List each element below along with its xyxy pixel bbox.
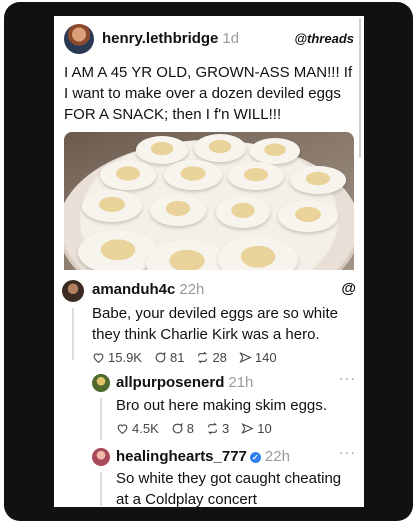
egg-image (150, 194, 206, 226)
reply-stats: 15.9K 81 28 140 (92, 350, 277, 365)
comment-icon (172, 423, 183, 434)
reply-author[interactable]: healinghearts_777 ✓ 22h (116, 448, 290, 465)
more-icon[interactable]: ··· (339, 370, 356, 386)
reply-username[interactable]: amanduh4c (92, 281, 175, 298)
threads-logo-icon[interactable]: @threads (294, 31, 354, 46)
share-button[interactable]: 10 (241, 421, 272, 436)
reply-author[interactable]: allpurposenerd 21h (116, 374, 253, 391)
egg-image (228, 162, 284, 190)
repost-icon (198, 351, 208, 364)
original-post-card: henry.lethbridge 1d @threads I AM A 45 YR… (54, 16, 364, 300)
egg-image (216, 196, 270, 228)
avatar[interactable] (92, 374, 110, 392)
threads-wordmark: threads (307, 31, 354, 46)
scrollbar[interactable] (359, 18, 361, 158)
egg-image (194, 134, 246, 162)
share-count: 140 (254, 350, 277, 365)
comment-count: 81 (169, 350, 185, 365)
egg-image (290, 166, 346, 194)
egg-image (82, 190, 142, 222)
post-time: 1d (222, 30, 240, 47)
reply-time: 22h (264, 448, 290, 465)
reply-username[interactable]: healinghearts_777 (116, 448, 247, 465)
reply-item: healinghearts_777 ✓ 22h ··· So white they … (54, 442, 364, 507)
like-count: 15.9K (108, 350, 142, 365)
threads-logo-icon[interactable]: @ (341, 280, 356, 297)
reply-author[interactable]: amanduh4c 22h (92, 281, 204, 298)
reply-time: 22h (179, 281, 205, 298)
reply-username[interactable]: allpurposenerd (116, 374, 224, 391)
avatar[interactable] (92, 448, 110, 466)
more-icon[interactable]: ··· (339, 444, 356, 460)
post-username[interactable]: henry.lethbridge (102, 30, 218, 47)
thread-line (72, 308, 74, 360)
repost-count: 3 (221, 421, 230, 436)
post-author[interactable]: henry.lethbridge 1d (102, 30, 239, 47)
reply-body: Babe, your deviled eggs are so white the… (92, 305, 338, 343)
egg-image (100, 160, 156, 190)
share-button[interactable]: 140 (239, 350, 277, 365)
repost-button[interactable]: 28 (196, 350, 227, 365)
comment-icon (155, 352, 166, 363)
reply-body: Bro out here making skim eggs. (116, 397, 327, 414)
thread-line (100, 398, 102, 440)
reply-time: 21h (228, 374, 254, 391)
avatar[interactable] (64, 24, 94, 54)
reply-item: allpurposenerd 21h ··· Bro out here makin… (54, 366, 364, 442)
comment-button[interactable]: 81 (154, 350, 184, 365)
repost-count: 28 (212, 350, 227, 365)
threads-at-glyph: @ (294, 31, 308, 46)
reply-item: amanduh4c 22h @ Babe, your deviled eggs a… (54, 270, 364, 366)
egg-image (136, 136, 188, 164)
egg-image (164, 160, 222, 190)
egg-image (278, 200, 338, 232)
share-icon (239, 352, 252, 363)
thread-line (100, 472, 102, 506)
reply-body: So white they got caught cheating at a C… (116, 470, 342, 507)
comment-count: 8 (186, 421, 194, 436)
share-icon (241, 423, 254, 434)
avatar[interactable] (62, 280, 84, 302)
like-button[interactable]: 15.9K (92, 350, 142, 365)
post-body: I AM A 45 YR OLD, GROWN-ASS MAN!!! If I … (64, 64, 353, 123)
replies-card: amanduh4c 22h @ Babe, your deviled eggs a… (54, 270, 364, 507)
share-count: 10 (257, 421, 272, 436)
heart-icon (93, 353, 104, 364)
reply-stats: 4.5K 8 3 10 (116, 421, 272, 436)
heart-icon (117, 424, 128, 435)
comment-button[interactable]: 8 (171, 421, 194, 436)
like-button[interactable]: 4.5K (116, 421, 159, 436)
like-count: 4.5K (132, 421, 159, 436)
egg-image (250, 138, 300, 164)
verified-badge-icon: ✓ (249, 452, 261, 463)
repost-icon (207, 422, 218, 435)
repost-button[interactable]: 3 (206, 421, 229, 436)
